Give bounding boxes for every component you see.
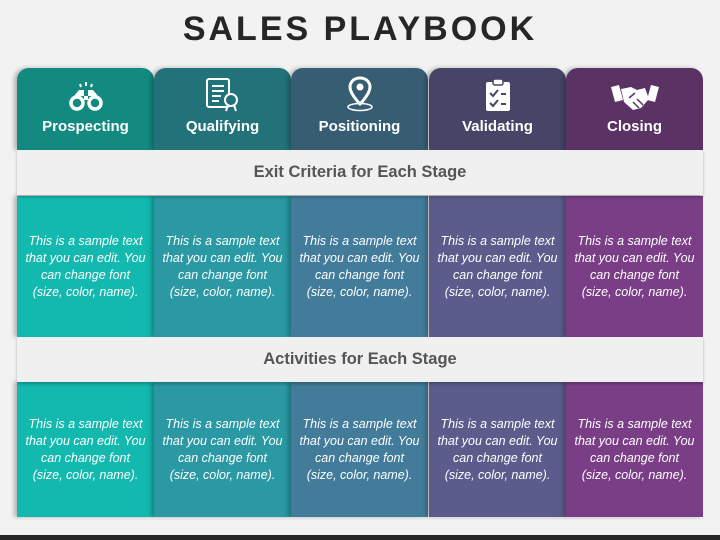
stage-header: Qualifying xyxy=(154,68,291,150)
exit-criteria-band: Exit Criteria for Each Stage xyxy=(17,150,703,195)
activities-band: Activities for Each Stage xyxy=(17,337,703,382)
stage-header: Prospecting xyxy=(17,68,154,150)
stage-header: Closing xyxy=(566,68,703,150)
activities-text: This is a sample text that you can edit.… xyxy=(291,382,428,517)
stage-label: Positioning xyxy=(318,118,401,135)
exit-criteria-text: This is a sample text that you can edit.… xyxy=(429,196,566,337)
location-pin-icon xyxy=(291,68,428,112)
stage-column-prospecting: Prospecting This is a sample text that y… xyxy=(17,68,154,517)
stage-label: Qualifying xyxy=(185,118,260,135)
activities-text: This is a sample text that you can edit.… xyxy=(154,382,291,517)
handshake-icon xyxy=(566,68,703,112)
activities-text: This is a sample text that you can edit.… xyxy=(17,382,154,517)
stage-column-qualifying: Qualifying This is a sample text that yo… xyxy=(154,68,291,517)
stage-label: Validating xyxy=(462,118,533,135)
stage-column-closing: Closing This is a sample text that you c… xyxy=(566,68,703,517)
stage-label: Prospecting xyxy=(42,118,129,135)
stage-label: Closing xyxy=(607,118,662,135)
stage-header: Positioning xyxy=(291,68,428,150)
clipboard-checklist-icon xyxy=(429,68,566,112)
exit-criteria-text: This is a sample text that you can edit.… xyxy=(566,196,703,337)
footer-bar xyxy=(0,535,720,540)
activities-text: This is a sample text that you can edit.… xyxy=(566,382,703,517)
exit-criteria-text: This is a sample text that you can edit.… xyxy=(154,196,291,337)
page-title: SALES PLAYBOOK xyxy=(182,10,538,48)
activities-text: This is a sample text that you can edit.… xyxy=(429,382,566,517)
binoculars-icon xyxy=(17,68,154,112)
stage-header: Validating xyxy=(429,68,566,150)
stage-column-positioning: Positioning This is a sample text that y… xyxy=(291,68,428,517)
certificate-icon xyxy=(154,68,291,112)
exit-criteria-text: This is a sample text that you can edit.… xyxy=(291,196,428,337)
exit-criteria-text: This is a sample text that you can edit.… xyxy=(17,196,154,337)
stage-column-validating: Validating This is a sample text that yo… xyxy=(429,68,566,517)
